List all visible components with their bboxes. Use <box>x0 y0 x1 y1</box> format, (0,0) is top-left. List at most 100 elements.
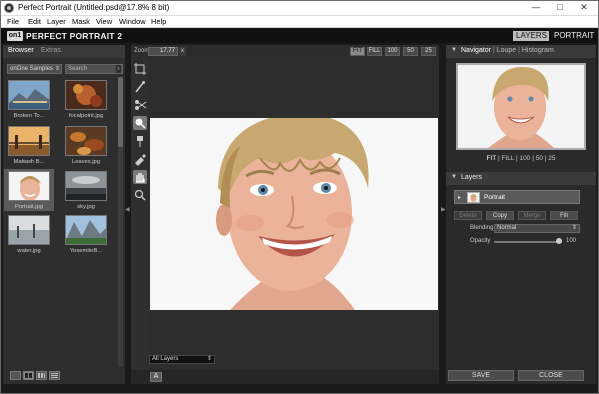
eyedropper-icon[interactable] <box>133 116 147 130</box>
layer-filter-select[interactable]: All Layers ⇕ <box>149 355 215 364</box>
browser-item[interactable]: Leaves.jpg <box>61 124 111 165</box>
layer-filter-value: All Layers <box>152 356 179 362</box>
browser-scrollbar[interactable] <box>118 77 123 367</box>
browser-item-label: Mattash B... <box>13 159 45 165</box>
image-canvas[interactable]: All Layers ⇕ <box>149 58 439 370</box>
tab-extras[interactable]: Extras <box>41 47 61 54</box>
layers-header[interactable]: ▼ Layers <box>446 172 596 185</box>
maximize-button[interactable]: □ <box>549 1 571 15</box>
navigator-header[interactable]: ▼ Navigator | Loupe | Histogram <box>446 45 596 58</box>
browser-item[interactable]: YosemiteB... <box>61 213 111 254</box>
view-list-button[interactable] <box>49 371 60 380</box>
nav-zoom-100[interactable]: 100 <box>520 155 531 162</box>
portrait-photo[interactable] <box>150 118 438 310</box>
copy-layer-button[interactable]: Copy <box>486 211 514 220</box>
opacity-slider[interactable] <box>494 241 562 243</box>
menu-layer[interactable]: Layer <box>47 17 66 26</box>
browser-scrollbar-thumb[interactable] <box>118 77 123 147</box>
view-grid-2-button[interactable] <box>23 371 34 380</box>
browser-item[interactable]: focalpoint.jpg <box>61 78 111 119</box>
menu-bar: File Edit Layer Mask View Window Help <box>1 16 598 28</box>
browser-item[interactable]: Broken To... <box>4 78 54 119</box>
thumbnail-water <box>8 215 50 245</box>
thumbnail-bridge <box>8 126 50 156</box>
app-icon <box>4 3 14 13</box>
layer-visibility-icon[interactable]: ▸ <box>458 194 461 201</box>
menu-help[interactable]: Help <box>151 17 166 26</box>
menu-view[interactable]: View <box>96 17 112 26</box>
menu-mask[interactable]: Mask <box>72 17 90 26</box>
nav-zoom-50[interactable]: 50 <box>536 155 543 162</box>
collapse-right-panel-button[interactable]: ▶ <box>441 206 446 213</box>
chevron-down-icon: ⇕ <box>206 356 212 362</box>
collapse-left-panel-button[interactable]: ◀ <box>125 206 130 218</box>
nav-zoom-fit[interactable]: FIT <box>487 155 497 162</box>
retouch-icon[interactable] <box>133 98 147 112</box>
navigator-preview[interactable] <box>456 63 586 150</box>
portrait-mode-button[interactable]: PORTRAIT <box>551 31 597 41</box>
browser-item-label: water.jpg <box>17 248 41 254</box>
tab-navigator[interactable]: Navigator <box>461 47 491 54</box>
pin-icon[interactable] <box>133 134 147 148</box>
thumbnail-focalpoint <box>65 80 107 110</box>
view-grid-3-button[interactable] <box>36 371 47 380</box>
source-select[interactable]: onOne Samples ⇕ <box>7 64 62 74</box>
navigator-zoom-options: FIT | FILL | 100 | 50 | 25 <box>486 155 556 162</box>
layer-thumbnail <box>467 192 480 203</box>
menu-edit[interactable]: Edit <box>28 17 41 26</box>
nav-zoom-fill[interactable]: FILL <box>501 155 514 162</box>
text-tool-button[interactable]: A <box>150 372 162 382</box>
browser-item-label: sky.jpg <box>77 204 95 210</box>
layer-row[interactable]: ▸ Portrait <box>454 190 580 204</box>
zoom-25-button[interactable]: 25 <box>421 47 436 56</box>
zoom-bar: Zoom 17.77 x FIT FILL 100 50 25 <box>131 45 439 58</box>
layers-mode-button[interactable]: LAYERS <box>513 31 549 41</box>
zoom-input[interactable]: 17.77 <box>148 47 178 56</box>
browser-item-selected[interactable]: Portrait.jpg <box>4 169 54 211</box>
triangle-down-icon: ▼ <box>451 47 457 53</box>
opacity-slider-handle[interactable] <box>556 238 562 244</box>
zoom-fill-button[interactable]: FILL <box>367 47 382 56</box>
brand-name: PERFECT PORTRAIT 2 <box>26 31 123 41</box>
browser-item-label: YosemiteB... <box>69 248 103 254</box>
fill-layer-button[interactable]: Fill <box>550 211 578 220</box>
crop-icon[interactable] <box>133 62 147 76</box>
browser-item-label: focalpoint.jpg <box>68 113 104 119</box>
opacity-label: Opacity <box>470 238 491 244</box>
browser-item[interactable]: Mattash B... <box>4 124 54 165</box>
app-window: Perfect Portrait (Untitled.psd@17.8% 8 b… <box>0 0 599 394</box>
menu-window[interactable]: Window <box>119 17 146 26</box>
tab-loupe[interactable]: Loupe <box>497 47 516 54</box>
tab-histogram[interactable]: Histogram <box>522 47 554 54</box>
layers-title: Layers <box>461 174 483 181</box>
blending-select[interactable]: Normal ⇕ <box>494 224 580 233</box>
close-button[interactable]: CLOSE <box>518 370 584 381</box>
menu-file[interactable]: File <box>7 17 19 26</box>
clear-search-button[interactable]: x <box>116 65 121 73</box>
search-placeholder: Search <box>68 66 88 72</box>
zoom-fit-button[interactable]: FIT <box>350 47 365 56</box>
search-input[interactable]: Search x <box>65 64 123 74</box>
triangle-down-icon: ▼ <box>451 174 457 180</box>
zoom-clear-button[interactable]: x <box>179 47 186 56</box>
browser-item[interactable]: sky.jpg <box>61 169 111 210</box>
zoom-100-button[interactable]: 100 <box>385 47 400 56</box>
zoom-icon[interactable] <box>133 188 147 202</box>
layer-name: Portrait <box>484 194 505 201</box>
brush-icon[interactable] <box>133 80 147 94</box>
tab-browser[interactable]: Browser <box>8 47 34 54</box>
minimize-button[interactable]: — <box>525 1 547 15</box>
right-panel: ▼ Navigator | Loupe | Histogram FIT | FI… <box>446 45 596 384</box>
browser-item[interactable]: water.jpg <box>4 213 54 254</box>
close-window-button[interactable]: ✕ <box>573 1 595 15</box>
source-select-value: onOne Samples <box>10 66 54 72</box>
nav-zoom-25[interactable]: 25 <box>548 155 555 162</box>
eye-icon[interactable] <box>133 152 147 166</box>
zoom-50-button[interactable]: 50 <box>403 47 418 56</box>
view-filmstrip-button[interactable] <box>10 371 21 380</box>
tool-bar <box>131 58 149 370</box>
delete-layer-button[interactable]: Delete <box>454 211 482 220</box>
hand-icon[interactable] <box>133 170 147 184</box>
save-button[interactable]: SAVE <box>448 370 514 381</box>
merge-layer-button[interactable]: Merge <box>518 211 546 220</box>
